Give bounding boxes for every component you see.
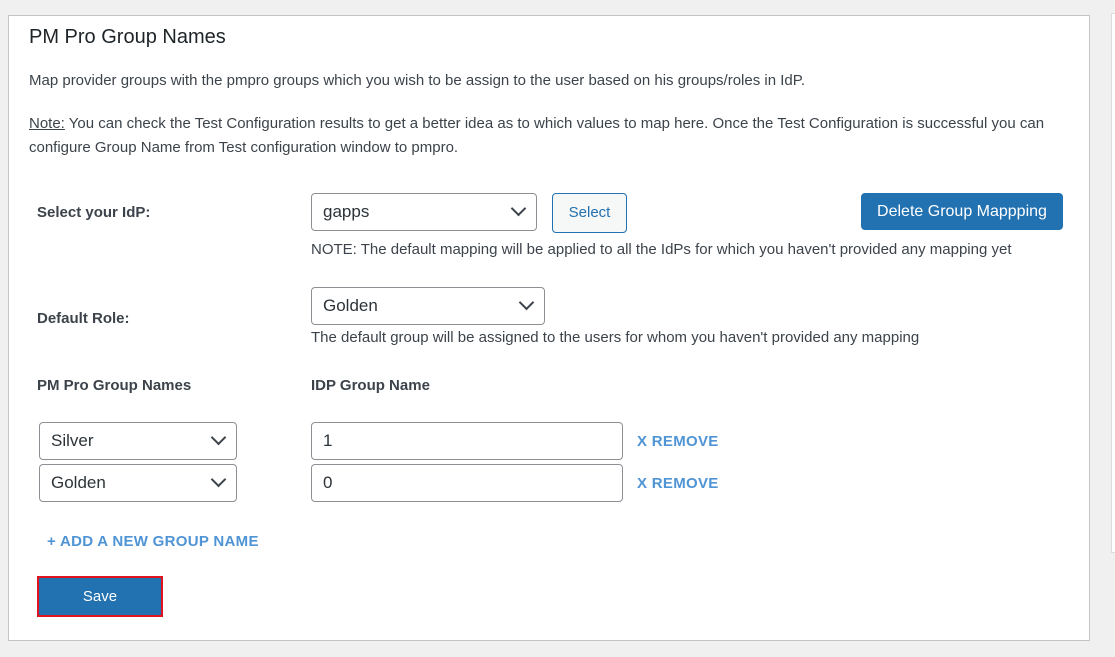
default-role-help-text: The default group will be assigned to th… — [311, 329, 920, 346]
chevron-down-icon — [518, 294, 535, 311]
pmpro-group-select[interactable]: Silver — [39, 422, 237, 460]
default-role-select[interactable]: Golden — [311, 287, 545, 325]
chevron-down-icon — [210, 429, 227, 446]
idp-help-text: NOTE: The default mapping will be applie… — [311, 241, 1012, 258]
select-idp-button[interactable]: Select — [552, 193, 627, 233]
section-description: Map provider groups with the pmpro group… — [29, 72, 805, 89]
idp-select[interactable]: gapps — [311, 193, 537, 231]
default-role-value: Golden — [323, 296, 378, 315]
idp-group-input[interactable]: 0 — [311, 464, 623, 502]
side-panel — [1111, 13, 1115, 553]
chevron-down-icon — [510, 200, 527, 217]
note-text: Note: You can check the Test Configurati… — [29, 112, 1069, 160]
remove-mapping-button[interactable]: X REMOVE — [637, 433, 719, 450]
pmpro-column-header: PM Pro Group Names — [37, 377, 192, 394]
idp-label: Select your IdP: — [37, 204, 151, 221]
idp-select-value: gapps — [323, 202, 370, 221]
remove-mapping-button[interactable]: X REMOVE — [637, 475, 719, 492]
default-role-label: Default Role: — [37, 310, 130, 327]
save-button[interactable]: Save — [37, 576, 163, 617]
note-label: Note: — [29, 115, 65, 132]
note-body: You can check the Test Configuration res… — [29, 115, 1045, 156]
add-group-name-button[interactable]: + ADD A NEW GROUP NAME — [47, 533, 259, 550]
idp-group-input[interactable]: 1 — [311, 422, 623, 460]
pmpro-group-value: Silver — [51, 431, 94, 450]
pmpro-group-value: Golden — [51, 473, 106, 492]
delete-group-mapping-button[interactable]: Delete Group Mappping — [861, 193, 1063, 230]
pmpro-group-select[interactable]: Golden — [39, 464, 237, 502]
chevron-down-icon — [210, 471, 227, 488]
section-title: PM Pro Group Names — [29, 26, 226, 48]
idp-column-header: IDP Group Name — [311, 377, 430, 394]
